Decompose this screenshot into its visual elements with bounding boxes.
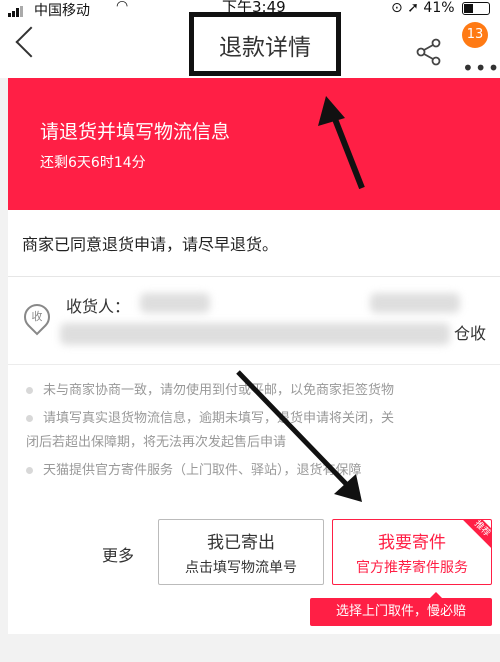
note-item: 未与商家协商一致，请勿使用到付或平邮，以免商家拒签货物 xyxy=(26,379,488,403)
address-tail: 仓收 xyxy=(454,324,487,343)
back-icon[interactable] xyxy=(15,26,47,58)
notes-section: 未与商家协商一致，请勿使用到付或平邮，以免商家拒签货物 请填写真实退货物流信息，… xyxy=(8,364,500,493)
note-item: 天猫提供官方寄件服务（上门取件、驿站），退货有保障 xyxy=(26,459,488,483)
nav-bar: 退款详情 13 ••• xyxy=(0,12,500,80)
more-actions-link[interactable]: 更多 xyxy=(102,542,134,566)
more-icon[interactable]: ••• xyxy=(462,56,500,80)
bullet-icon xyxy=(26,387,33,394)
bullet-icon xyxy=(26,467,33,474)
location-arrow-icon: ➚ xyxy=(407,0,419,16)
countdown-text: 还剩6天6时14分 xyxy=(40,155,146,171)
pickup-tooltip: 选择上门取件，慢必赔 xyxy=(310,592,492,626)
already-shipped-button[interactable]: 我已寄出 点击填写物流单号 xyxy=(158,519,324,585)
button-label: 我已寄出 xyxy=(207,533,275,553)
left-edge xyxy=(0,78,8,634)
location-icon: 收 xyxy=(18,298,56,336)
annotation-highlight-box xyxy=(189,12,341,76)
status-message-section: 商家已同意退货申请，请尽早退货。 xyxy=(8,210,500,276)
note-text: 闭后若超出保障期，将无法再次发起售后申请 xyxy=(26,435,287,450)
share-icon[interactable] xyxy=(414,37,444,67)
battery-percent: 41% xyxy=(423,0,455,16)
receiver-label: 收货人： xyxy=(66,297,131,316)
status-message: 商家已同意退货申请，请尽早退货。 xyxy=(22,235,279,254)
rotation-lock-icon: ⊙ xyxy=(391,0,403,16)
battery-icon xyxy=(462,1,490,15)
status-banner: 请退货并填写物流信息 还剩6天6时14分 xyxy=(8,78,500,210)
note-item-continuation: 闭后若超出保障期，将无法再次发起售后申请 xyxy=(26,431,488,455)
action-area: 更多 我已寄出 点击填写物流单号 推荐 我要寄件 官方推荐寄件服务 选择上门取件… xyxy=(8,492,500,634)
note-text: 请填写真实退货物流信息，逾期未填写，退货申请将关闭，关 xyxy=(43,411,395,426)
notification-badge: 13 xyxy=(462,22,488,48)
status-right: ⊙ ➚ 41% xyxy=(391,0,490,16)
redacted-name xyxy=(140,293,210,313)
wifi-icon: ◠ xyxy=(116,0,129,14)
note-item: 请填写真实退货物流信息，逾期未填写，退货申请将关闭，关 xyxy=(26,407,488,431)
button-label: 我要寄件 xyxy=(378,533,446,553)
redacted-phone xyxy=(370,293,460,313)
note-text: 天猫提供官方寄件服务（上门取件、驿站），退货有保障 xyxy=(43,463,362,478)
bottom-strip xyxy=(0,634,500,662)
banner-title: 请退货并填写物流信息 xyxy=(40,121,231,143)
signal-icon xyxy=(8,1,24,17)
note-text: 未与商家协商一致，请勿使用到付或平邮，以免商家拒签货物 xyxy=(43,383,395,398)
carrier-label: 中国移动 xyxy=(34,3,90,19)
button-sublabel: 点击填写物流单号 xyxy=(185,560,297,576)
bullet-icon xyxy=(26,415,33,422)
address-card[interactable]: 收 收货人： 仓收 xyxy=(8,276,500,365)
button-sublabel: 官方推荐寄件服务 xyxy=(356,560,468,576)
redacted-address xyxy=(60,323,450,345)
send-package-button[interactable]: 推荐 我要寄件 官方推荐寄件服务 xyxy=(332,519,492,585)
